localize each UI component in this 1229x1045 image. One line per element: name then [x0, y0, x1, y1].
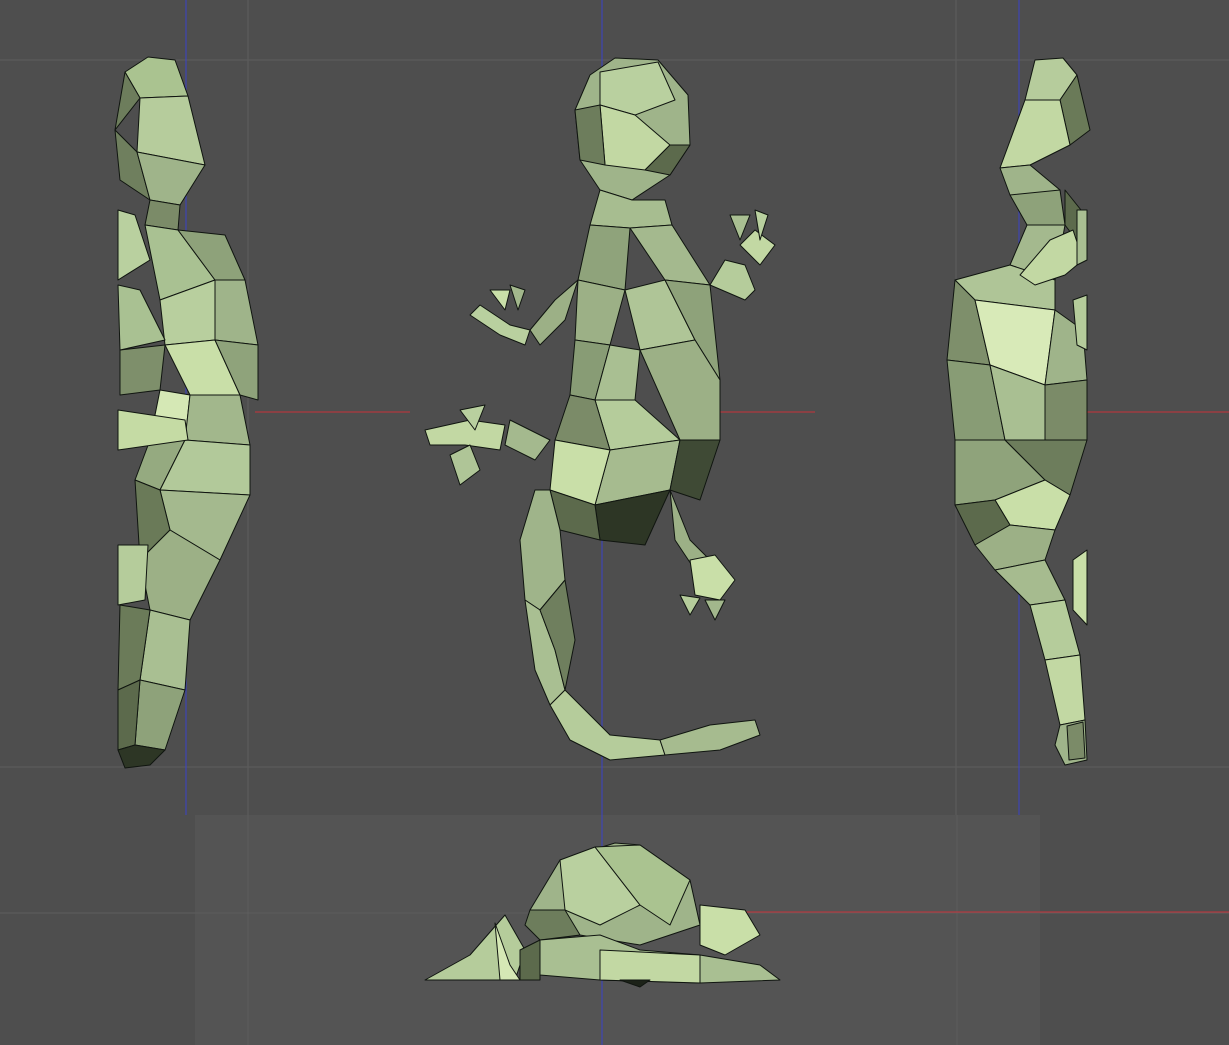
bottom-right-panel: [1040, 815, 1229, 1045]
viewport-top[interactable]: [410, 0, 815, 815]
viewport-right-side[interactable]: [815, 0, 1229, 815]
bottom-left-panel: [0, 815, 195, 1045]
gecko-top-mesh[interactable]: [424, 57, 776, 761]
viewport-root: [0, 0, 1229, 1045]
viewport-left-side[interactable]: [0, 0, 410, 815]
front-canvas: [0, 815, 1229, 1045]
gecko-side-mesh[interactable]: [114, 56, 259, 769]
left-side-canvas: [0, 0, 410, 815]
viewport-front[interactable]: [0, 815, 1229, 1045]
right-side-canvas: [815, 0, 1229, 815]
top-canvas: [410, 0, 815, 815]
